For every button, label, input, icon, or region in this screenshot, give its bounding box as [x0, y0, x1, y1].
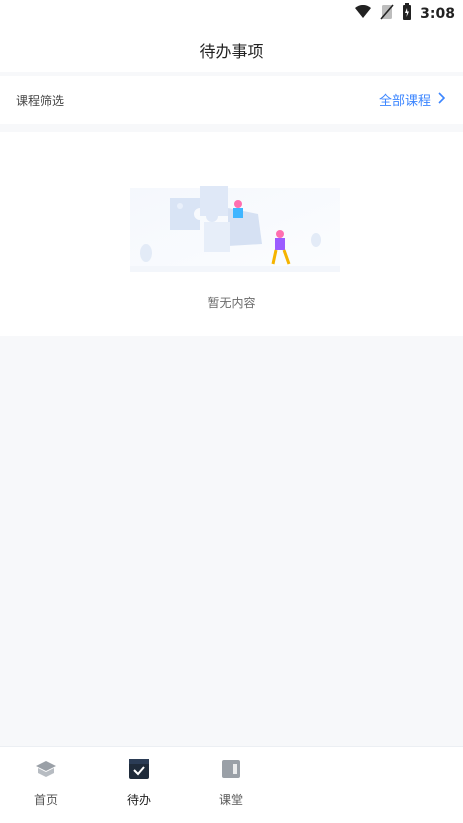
- all-courses-label: 全部课程: [378, 94, 431, 109]
- tab-classroom-label: 课堂: [218, 793, 243, 807]
- puzzle-illustration: [130, 178, 340, 276]
- status-time: 3:08: [420, 6, 455, 22]
- tab-classroom[interactable]: 课堂: [191, 757, 271, 817]
- course-filter-bar: 课程筛选 全部课程: [0, 76, 463, 124]
- tab-home[interactable]: 首页: [6, 757, 86, 817]
- tab-home-label: 首页: [33, 793, 58, 807]
- empty-state-text: 暂无内容: [207, 296, 256, 310]
- battery-icon: [402, 3, 412, 25]
- course-filter-label: 课程筛选: [16, 94, 65, 108]
- wifi-icon: [354, 4, 372, 23]
- tab-todo-label: 待办: [126, 793, 151, 807]
- todo-icon: [99, 757, 179, 785]
- page-header: 待办事项: [0, 28, 463, 72]
- chevron-right-icon: [437, 91, 446, 108]
- status-icons: 3:08: [354, 3, 455, 25]
- home-icon: [6, 757, 86, 785]
- classroom-icon: [191, 757, 271, 785]
- status-bar: 3:08: [0, 0, 463, 28]
- todo-list-card: 暂无内容: [0, 132, 463, 336]
- no-sim-icon: [380, 4, 394, 24]
- page-title: 待办事项: [199, 42, 264, 61]
- bottom-tab-bar: 首页 待办 课堂: [0, 746, 463, 823]
- all-courses-link[interactable]: 全部课程: [378, 90, 446, 109]
- tab-todo[interactable]: 待办: [99, 757, 179, 817]
